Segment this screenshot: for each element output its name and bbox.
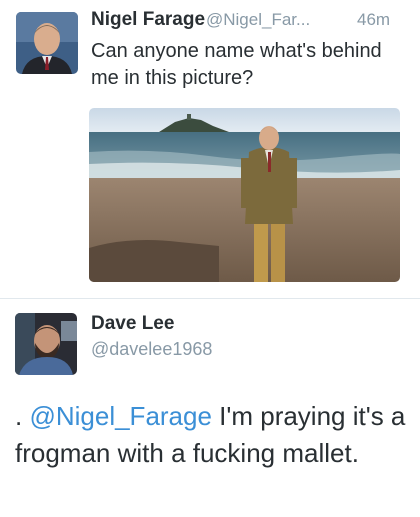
user-handle[interactable]: @Nigel_Far... — [206, 10, 310, 30]
tweet-text: Can anyone name what's behind me in this… — [91, 40, 382, 89]
beach-photo — [89, 108, 400, 282]
display-name[interactable]: Nigel Farage — [91, 9, 205, 31]
avatar-image — [15, 313, 77, 375]
user-handle[interactable]: @davelee1968 — [91, 339, 212, 360]
avatar[interactable] — [16, 12, 78, 74]
avatar-image — [16, 12, 78, 74]
tweet-photo[interactable] — [89, 108, 400, 282]
display-name[interactable]: Dave Lee — [91, 313, 174, 335]
avatar[interactable] — [15, 313, 77, 375]
tweet-text-prefix: . — [15, 401, 30, 431]
timestamp[interactable]: 46m — [357, 10, 390, 30]
mention-link[interactable]: @Nigel_Farage — [29, 401, 211, 431]
tweet-text: . @Nigel_Farage I'm praying it's a frogm… — [15, 398, 410, 472]
